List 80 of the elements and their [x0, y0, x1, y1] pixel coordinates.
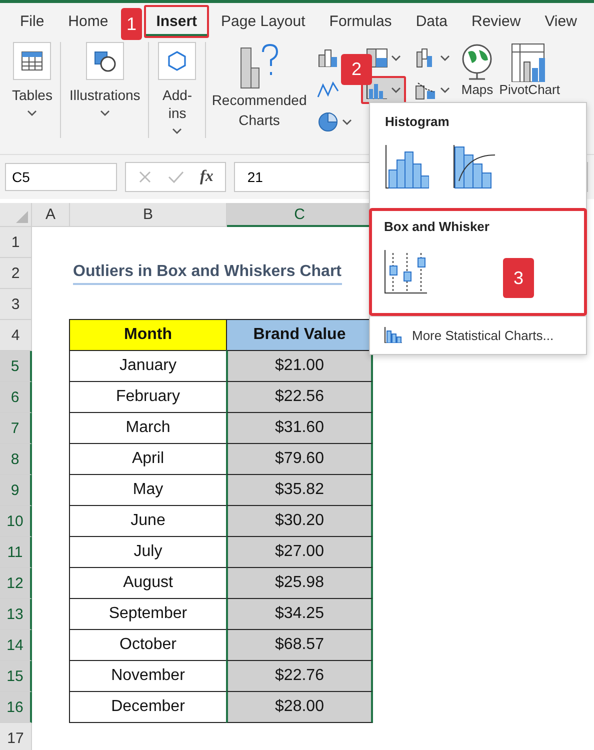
table-icon	[21, 51, 44, 71]
column-header[interactable]: A	[32, 203, 70, 227]
caret-icon	[391, 86, 402, 94]
group-label: Add-ins	[161, 86, 194, 122]
row-header[interactable]: 17	[0, 723, 32, 750]
step-badge: 3	[503, 258, 534, 298]
table-cell: $21.00	[226, 350, 373, 382]
caret-icon	[342, 118, 352, 126]
shapes-icon	[92, 50, 117, 72]
table-cell: $68.57	[226, 629, 373, 661]
ribbon-tab[interactable]: Formulas	[317, 5, 404, 38]
row-header[interactable]: 10	[0, 506, 32, 537]
row-header[interactable]: 1	[0, 227, 32, 258]
maps-label: Maps	[461, 82, 494, 97]
caret-icon	[440, 54, 450, 62]
row-header[interactable]: 9	[0, 475, 32, 506]
caret-icon	[440, 86, 450, 94]
table-cell: $22.76	[226, 660, 373, 692]
row-header[interactable]: 11	[0, 537, 32, 568]
pivotchart-label: PivotChart	[499, 82, 560, 97]
table-cell: $34.25	[226, 598, 373, 630]
step-badge: 1	[121, 8, 142, 40]
column-header[interactable]: B	[70, 203, 227, 227]
table-header: Month	[69, 319, 227, 351]
pareto-icon[interactable]	[453, 145, 497, 189]
ribbon-tab[interactable]: Data	[404, 5, 460, 38]
pie-chart-icon[interactable]	[317, 111, 340, 133]
row-header[interactable]: 13	[0, 599, 32, 630]
illustrations-button[interactable]	[86, 42, 124, 80]
ribbon-tab[interactable]: Insert	[144, 5, 210, 38]
group-label: Illustrations	[69, 86, 140, 104]
add-ins-button[interactable]	[158, 42, 196, 80]
row-header[interactable]: 3	[0, 289, 32, 320]
caret-icon	[27, 110, 38, 117]
section-title: Histogram	[385, 114, 450, 129]
row-header[interactable]: 14	[0, 630, 32, 661]
row-header[interactable]: 7	[0, 413, 32, 444]
insert-function-button[interactable]: fx	[200, 168, 214, 186]
step-badge: 2	[341, 54, 372, 85]
table-cell: $35.82	[226, 474, 373, 506]
table-cell: $25.98	[226, 567, 373, 599]
scatter-chart-icon[interactable]	[415, 80, 438, 100]
check-icon[interactable]	[168, 170, 184, 184]
ribbon-tab[interactable]: File	[8, 5, 56, 38]
recommended-charts-label: Recommended Charts	[210, 91, 308, 130]
ribbon-tab[interactable]: View	[532, 5, 589, 38]
row-header[interactable]: 8	[0, 444, 32, 475]
row-header[interactable]: 5	[0, 351, 32, 382]
group-label: Tables	[12, 86, 52, 104]
row-header[interactable]: 15	[0, 661, 32, 692]
ribbon-tab[interactable]: Review	[460, 5, 533, 38]
table-cell: $31.60	[226, 412, 373, 444]
box-plot-icon[interactable]	[384, 250, 428, 294]
bar-chart-icon[interactable]	[317, 49, 340, 67]
row-header[interactable]: 2	[0, 258, 32, 289]
table-cell: $79.60	[226, 443, 373, 475]
hexagon-icon	[166, 50, 188, 72]
row-header[interactable]: 4	[0, 320, 32, 351]
tables-button[interactable]	[13, 42, 52, 80]
row-header[interactable]: 16	[0, 692, 32, 723]
caret-icon	[172, 128, 182, 135]
histogram-icon	[384, 327, 402, 343]
more-charts-item[interactable]: More Statistical Charts...	[370, 316, 586, 353]
name-box[interactable]: C5	[5, 163, 117, 191]
table-cell: $30.20	[226, 505, 373, 537]
histogram-icon[interactable]	[385, 145, 429, 189]
ribbon-tab[interactable]: Page Layout	[209, 5, 318, 38]
histogram-icon	[366, 81, 388, 99]
table-cell: $28.00	[226, 691, 373, 723]
ribbon-tab[interactable]: Home	[56, 5, 120, 38]
caret-icon	[100, 110, 110, 117]
section-title: Box and Whisker	[384, 219, 490, 234]
table-cell: $27.00	[226, 536, 373, 568]
line-chart-icon[interactable]	[317, 81, 340, 99]
table-cell: December	[69, 691, 227, 723]
row-header[interactable]: 12	[0, 568, 32, 599]
table-cell: $22.56	[226, 381, 373, 413]
sheet-title: Outliers in Box and Whiskers Chart	[73, 262, 342, 284]
row-header[interactable]: 6	[0, 382, 32, 413]
caret-icon	[391, 54, 402, 62]
